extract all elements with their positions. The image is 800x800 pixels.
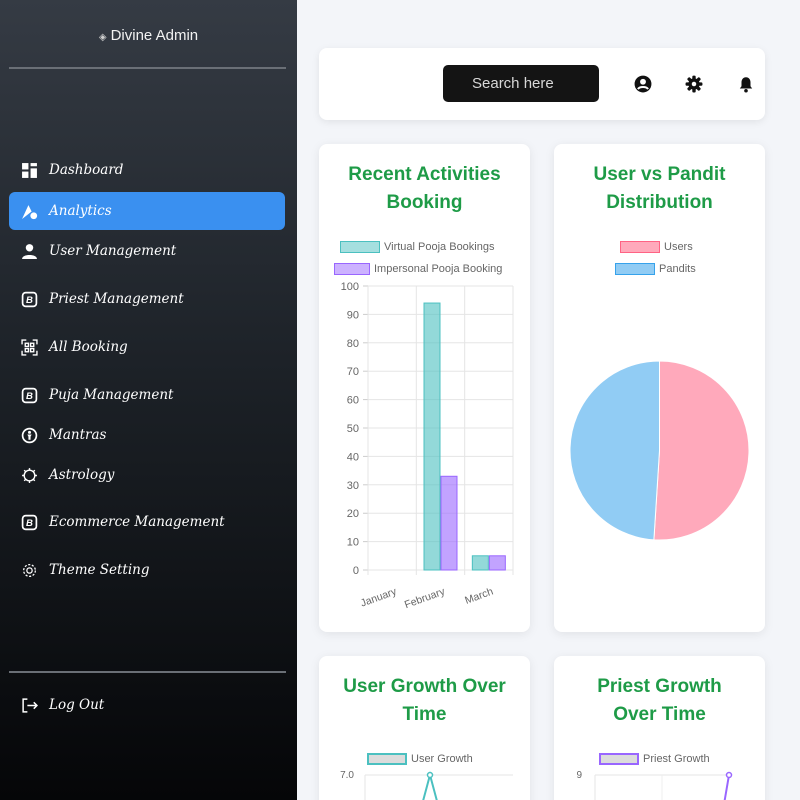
y-tick-label: 70 (347, 366, 359, 378)
puja-icon: B (19, 385, 39, 405)
y-tick-label: 9 (576, 770, 582, 781)
bar-impersonal-pooja-booking[interactable] (488, 555, 506, 571)
pie-slice-users[interactable] (653, 360, 750, 541)
sidebar-item-label: Dashboard (49, 162, 124, 178)
data-point[interactable] (426, 771, 434, 779)
activities-card: Recent Activities Booking Virtual Pooja … (319, 144, 530, 632)
bar-virtual-pooja-bookings[interactable] (471, 555, 489, 571)
svg-text:B: B (26, 295, 33, 306)
sidebar-divider-bottom (9, 671, 286, 673)
sidebar-item-astrology[interactable]: Astrology (9, 456, 285, 494)
sidebar: ◈ Divine Admin Dashboard Analytics User M… (0, 0, 297, 800)
bell-icon[interactable] (737, 75, 755, 93)
analytics-icon (19, 201, 39, 221)
sidebar-item-label: Astrology (49, 467, 115, 483)
data-point[interactable] (725, 771, 733, 779)
y-tick-label: 0 (353, 565, 359, 577)
priest-growth-line (723, 774, 730, 800)
logout-button[interactable]: Log Out (9, 686, 285, 724)
logout-label: Log Out (49, 697, 105, 713)
user-growth-card: User Growth Over Time User Growth 7.0 (319, 656, 530, 800)
y-tick-label: 60 (347, 395, 359, 407)
sidebar-item-priest-management[interactable]: B Priest Management (9, 280, 285, 318)
y-tick-label: 100 (341, 281, 359, 293)
sidebar-item-theme-setting[interactable]: Theme Setting (9, 551, 285, 589)
x-tick-label: January (359, 585, 399, 609)
sidebar-item-analytics[interactable]: Analytics (9, 192, 285, 230)
sidebar-item-mantras[interactable]: Mantras (9, 416, 285, 454)
svg-text:B: B (26, 391, 33, 402)
sidebar-item-puja-management[interactable]: B Puja Management (9, 376, 285, 414)
top-header (319, 48, 765, 120)
x-tick-label: February (403, 585, 447, 611)
priest-growth-chart: 9 (576, 770, 733, 800)
brand: ◈ Divine Admin (0, 27, 297, 44)
bar-virtual-pooja-bookings[interactable] (423, 302, 441, 571)
distribution-card: User vs Pandit Distribution Users Pandit… (554, 144, 765, 632)
dashboard-icon (19, 160, 39, 180)
user-icon (19, 241, 39, 261)
logout-icon (19, 695, 39, 715)
pie-chart (569, 360, 750, 541)
sidebar-item-user-management[interactable]: User Management (9, 232, 285, 270)
user-circle-icon[interactable] (634, 75, 652, 93)
user-growth-line (422, 771, 438, 800)
sidebar-item-label: User Management (49, 243, 177, 259)
priest-growth-card: Priest Growth Over Time Priest Growth 9 (554, 656, 765, 800)
sidebar-item-label: Theme Setting (49, 562, 150, 578)
y-tick-label: 20 (347, 508, 359, 520)
brand-logo-icon: ◈ (98, 32, 107, 43)
mantras-icon (19, 425, 39, 445)
bar-chart: 0 10 20 30 40 50 60 70 80 90 100 January February Mar… (341, 281, 514, 611)
sidebar-item-label: Puja Management (49, 387, 174, 403)
ecommerce-icon: B (19, 512, 39, 532)
sidebar-item-label: Ecommerce Management (49, 514, 225, 530)
bar-impersonal-pooja-booking[interactable] (440, 475, 458, 571)
y-tick-label: 90 (347, 309, 359, 321)
user-growth-chart: 7.0 (340, 770, 513, 800)
y-tick-label: 10 (347, 537, 359, 549)
svg-text:B: B (26, 518, 33, 529)
y-tick-label: 7.0 (340, 770, 354, 781)
x-tick-label: March (463, 585, 495, 606)
brand-name: Divine Admin (110, 27, 199, 44)
search-input[interactable] (443, 65, 599, 102)
sidebar-divider-top (9, 67, 286, 69)
theme-icon (19, 560, 39, 580)
priest-icon: B (19, 289, 39, 309)
sidebar-item-label: Analytics (49, 203, 112, 219)
booking-icon (19, 337, 39, 357)
gear-icon[interactable] (685, 75, 703, 93)
pie-slice-pandits[interactable] (569, 360, 660, 541)
y-tick-label: 40 (347, 451, 359, 463)
sidebar-item-label: All Booking (49, 339, 128, 355)
y-tick-label: 30 (347, 480, 359, 492)
astrology-icon (19, 465, 39, 485)
y-tick-label: 80 (347, 338, 359, 350)
y-tick-label: 50 (347, 423, 359, 435)
sidebar-item-label: Priest Management (49, 291, 184, 307)
sidebar-item-all-booking[interactable]: All Booking (9, 328, 285, 366)
sidebar-item-ecommerce-management[interactable]: B Ecommerce Management (9, 503, 285, 541)
sidebar-item-dashboard[interactable]: Dashboard (9, 151, 285, 189)
sidebar-item-label: Mantras (49, 427, 107, 443)
